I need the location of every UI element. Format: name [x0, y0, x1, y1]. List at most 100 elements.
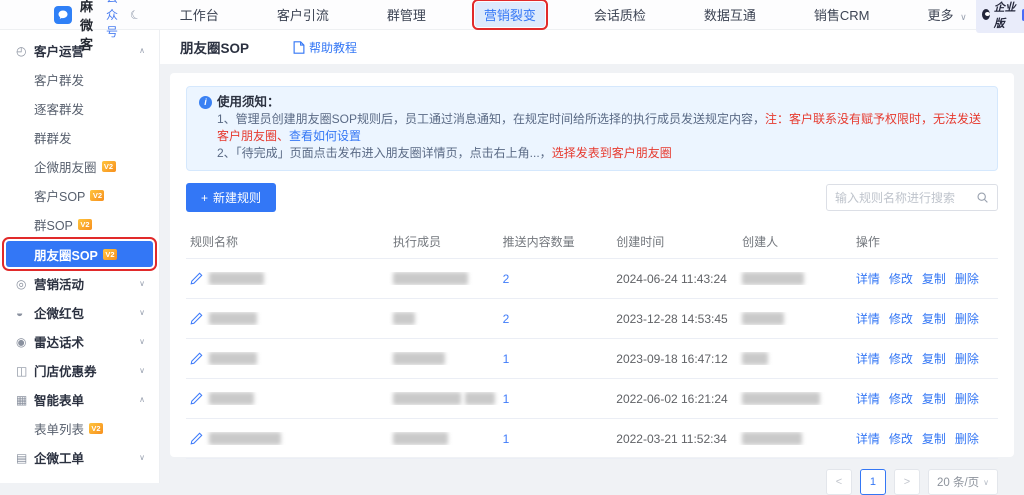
rule-search-input[interactable] [835, 191, 976, 205]
detail-link[interactable]: 详情 [856, 390, 880, 407]
delete-link[interactable]: 删除 [955, 310, 979, 327]
detail-link[interactable]: 详情 [856, 430, 880, 447]
actions-cell: 详情 修改 复制 删除 [852, 430, 998, 447]
help-tutorial-link[interactable]: 帮助教程 [293, 39, 357, 56]
creator-cell [738, 272, 852, 285]
modify-link[interactable]: 修改 [889, 390, 913, 407]
sidebar-item-icon: ◒ [16, 306, 34, 320]
modify-link[interactable]: 修改 [889, 270, 913, 287]
notice-title: 使用须知： [217, 94, 280, 111]
detail-link[interactable]: 详情 [856, 350, 880, 367]
account-area: 企业版 v3 ∨ [976, 0, 1024, 33]
plan-label: 企业版 [994, 0, 1018, 31]
sidebar-item[interactable]: ◎ 营销活动 ∨ [0, 269, 159, 298]
edit-pencil-icon[interactable] [190, 272, 203, 285]
members-redacted [393, 352, 445, 365]
sidebar-item-label: 朋友圈SOP [34, 245, 98, 264]
sidebar-item-label: 智能表单 [34, 390, 84, 409]
delete-link[interactable]: 删除 [955, 350, 979, 367]
vip-v2-badge-icon: V2 [103, 249, 117, 260]
push-count[interactable]: 1 [499, 432, 613, 446]
top-nav-item[interactable]: 会话质检 [585, 2, 655, 27]
how-to-set-link[interactable]: 查看如何设置 [289, 129, 361, 143]
members-redacted [393, 392, 461, 405]
new-rule-button[interactable]: + 新建规则 [186, 183, 276, 212]
push-count[interactable]: 1 [499, 352, 613, 366]
notice-line-1: 1、管理员创建朋友圈SOP规则后，员工通过消息通知，在规定时间给所选择的执行成员… [199, 111, 985, 145]
col-header-rule-name: 规则名称 [186, 233, 389, 250]
sidebar-item-icon: ◉ [16, 335, 34, 349]
sidebar-item[interactable]: 群群发 [0, 123, 159, 152]
top-nav-item[interactable]: 群管理 [378, 2, 435, 27]
sidebar-item[interactable]: ▤ 企微工单 ∨ [0, 443, 159, 472]
col-header-created-at: 创建时间 [612, 233, 738, 250]
vip-v2-badge-icon: V2 [102, 161, 116, 172]
edit-pencil-icon[interactable] [190, 352, 203, 365]
created-at: 2022-03-21 11:52:34 [612, 432, 738, 446]
push-count[interactable]: 2 [499, 312, 613, 326]
sidebar-item-label: 门店优惠券 [34, 361, 97, 380]
page-size-select[interactable]: 20 条/页 ∨ [928, 469, 998, 495]
sidebar-item[interactable]: 表单列表 V2 [0, 414, 159, 443]
delete-link[interactable]: 删除 [955, 270, 979, 287]
sidebar-item[interactable]: 群SOP V2 [0, 210, 159, 239]
prev-page-button[interactable]: < [826, 469, 852, 495]
sidebar-item[interactable]: 逐客群发 [0, 94, 159, 123]
sidebar-chevron-icon: ∨ [139, 366, 145, 375]
edit-pencil-icon[interactable] [190, 392, 203, 405]
top-nav-item[interactable]: 销售CRM [805, 2, 879, 27]
theme-moon-icon[interactable]: ☾ [128, 6, 143, 23]
delete-link[interactable]: 删除 [955, 430, 979, 447]
sidebar-item-icon: ◴ [16, 44, 34, 58]
top-nav-item[interactable]: 更多 ∨ [919, 2, 976, 27]
creator-cell [738, 352, 852, 365]
sidebar-chevron-icon: ∨ [139, 453, 145, 462]
top-nav-item[interactable]: 工作台 [171, 2, 228, 27]
sidebar-item[interactable]: 朋友圈SOP V2 [6, 241, 153, 267]
chat-bubble-icon [57, 9, 69, 21]
detail-link[interactable]: 详情 [856, 310, 880, 327]
sidebar-chevron-icon: ∨ [139, 337, 145, 346]
vip-v2-badge-icon: V2 [89, 423, 103, 434]
edit-pencil-icon[interactable] [190, 432, 203, 445]
copy-link[interactable]: 复制 [922, 270, 946, 287]
plan-badge[interactable]: 企业版 v3 [976, 0, 1024, 33]
sidebar-chevron-icon: ∧ [139, 46, 145, 55]
copy-link[interactable]: 复制 [922, 390, 946, 407]
sidebar-item[interactable]: 客户SOP V2 [0, 181, 159, 210]
members-redacted [393, 432, 448, 445]
push-count[interactable]: 2 [499, 272, 613, 286]
brand-name: 芝麻微客 [80, 0, 94, 53]
copy-link[interactable]: 复制 [922, 310, 946, 327]
sidebar-item[interactable]: ▦ 智能表单 ∧ [0, 385, 159, 414]
sidebar-item[interactable]: 企微朋友圈 V2 [0, 152, 159, 181]
copy-link[interactable]: 复制 [922, 430, 946, 447]
top-nav-item[interactable]: 数据互通 [695, 2, 765, 27]
modify-link[interactable]: 修改 [889, 430, 913, 447]
copy-link[interactable]: 复制 [922, 350, 946, 367]
sidebar-item[interactable]: ◒ 企微红包 ∨ [0, 298, 159, 327]
table-body: 2 2024-06-24 11:43:24 详情 修改 复制 删除 [186, 259, 998, 459]
search-icon[interactable] [976, 191, 989, 204]
push-count[interactable]: 1 [499, 392, 613, 406]
top-nav-item[interactable]: 客户引流 [268, 2, 338, 27]
sidebar-item-label: 客户SOP [34, 186, 85, 205]
creator-redacted [742, 312, 784, 325]
official-account-link[interactable]: 公众号 [106, 0, 118, 40]
top-nav-item[interactable]: 营销裂变 [475, 2, 545, 27]
delete-link[interactable]: 删除 [955, 390, 979, 407]
rule-name-cell [186, 392, 389, 405]
actions-cell: 详情 修改 复制 删除 [852, 310, 998, 327]
page-number-button[interactable]: 1 [860, 469, 886, 495]
modify-link[interactable]: 修改 [889, 310, 913, 327]
sidebar-item[interactable]: 客户群发 [0, 65, 159, 94]
col-header-actions: 操作 [852, 233, 998, 250]
modify-link[interactable]: 修改 [889, 350, 913, 367]
sidebar-item[interactable]: ◉ 雷达话术 ∨ [0, 327, 159, 356]
col-header-push-count: 推送内容数量 [499, 233, 613, 250]
sidebar-item-label: 营销活动 [34, 274, 84, 293]
edit-pencil-icon[interactable] [190, 312, 203, 325]
sidebar-item[interactable]: ◫ 门店优惠券 ∨ [0, 356, 159, 385]
detail-link[interactable]: 详情 [856, 270, 880, 287]
next-page-button[interactable]: > [894, 469, 920, 495]
